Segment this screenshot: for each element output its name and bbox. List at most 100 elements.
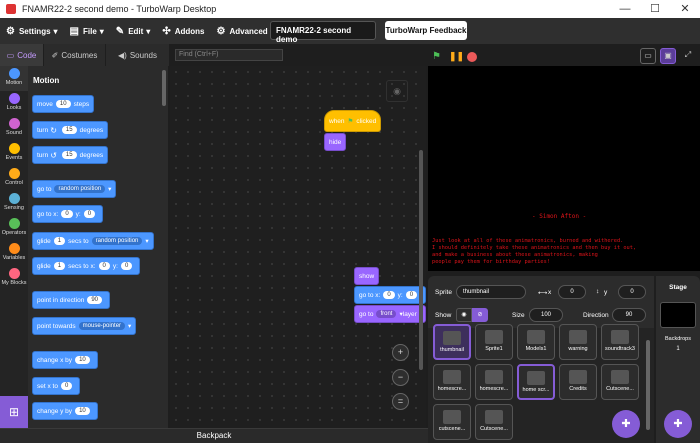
block-go-to-xy[interactable]: go to x: 0 y: 0: [32, 205, 104, 223]
block-glide-to[interactable]: glide 1 secs to random position ▾: [32, 232, 154, 250]
script-when-flag-clicked[interactable]: when ⚑ clicked: [324, 110, 382, 132]
tab-costumes[interactable]: ✐ Costumes: [44, 44, 106, 66]
palette-scrollbar[interactable]: [162, 70, 166, 106]
sprite-tile[interactable]: thumbnail: [433, 324, 471, 360]
script-show[interactable]: show: [354, 267, 380, 285]
fullscreen-button[interactable]: ⤢: [680, 48, 696, 64]
file-icon: ▤: [69, 25, 79, 37]
category-sensing[interactable]: Sensing: [0, 191, 28, 216]
sprite-list-scrollbar[interactable]: [646, 340, 650, 430]
stage-target-pane[interactable]: Stage Backdrops 1 ✚: [656, 276, 700, 443]
code-workspace[interactable]: ◉ when ⚑ clicked hide show go to x: 0 y: 0 go…: [170, 66, 426, 428]
close-window-button[interactable]: ✕: [670, 0, 700, 18]
sprite-tile[interactable]: Sprite1: [475, 324, 513, 360]
category-label: Variables: [2, 255, 26, 261]
y-input[interactable]: 0: [618, 285, 646, 299]
category-operators[interactable]: Operators: [0, 216, 28, 241]
workspace-scrollbar[interactable]: [419, 150, 423, 370]
sprite-tile[interactable]: Cutscene...: [475, 404, 513, 440]
add-backdrop-button[interactable]: ✚: [664, 410, 692, 438]
category-label: Events: [5, 155, 23, 161]
block-glide-to-xy[interactable]: glide 1 secs to x: 0 y: 0: [32, 257, 141, 275]
file-menu[interactable]: ▤ File ▾: [70, 26, 104, 37]
sprite-tile-label: Sprite1: [485, 346, 503, 352]
cat-plus-icon: ✚: [621, 418, 631, 430]
category-events[interactable]: Events: [0, 141, 28, 166]
sprite-thumbnail: [485, 330, 503, 344]
show-visible-button[interactable]: ◉: [456, 308, 472, 322]
tab-code[interactable]: ▭ Code: [0, 44, 44, 66]
find-input[interactable]: Find (Ctrl+F): [175, 49, 283, 61]
script-go-to-xy[interactable]: go to x: 0 y: 0: [354, 286, 426, 304]
backdrops-label: Backdrops: [665, 336, 691, 342]
sprite-tile[interactable]: homescre...: [475, 364, 513, 400]
block-point-in-direction[interactable]: point in direction 90: [32, 291, 111, 309]
stage-canvas[interactable]: - Simon Afton - Just look at all of thes…: [428, 66, 700, 271]
script-go-to-layer[interactable]: go to front ▾ layer: [354, 305, 426, 323]
sprite-thumbnail: [443, 410, 461, 424]
sprite-name-input[interactable]: thumbnail: [456, 285, 526, 299]
sprite-tile[interactable]: Credits: [559, 364, 597, 400]
block-turn-left[interactable]: turn ↺ 15 degrees: [32, 146, 109, 164]
project-title-input[interactable]: FNAMR22-2 second demo: [270, 21, 376, 44]
large-stage-button[interactable]: ▣: [660, 48, 676, 64]
block-turn-right[interactable]: turn ↻ 15 degrees: [32, 121, 109, 139]
add-extension-button[interactable]: ⊞: [0, 396, 28, 428]
block-set-x[interactable]: set x to 0: [32, 377, 81, 395]
sprite-tile-label: homescre...: [479, 386, 509, 392]
block-change-x[interactable]: change x by 10: [32, 351, 98, 369]
category-my-blocks[interactable]: My Blocks: [0, 266, 28, 291]
sprite-tile[interactable]: cutscene...: [433, 404, 471, 440]
backpack-bar[interactable]: Backpack: [0, 428, 428, 443]
sprite-thumbnail: [485, 370, 503, 384]
sprite-tile[interactable]: Models1: [517, 324, 555, 360]
category-label: Looks: [6, 105, 22, 111]
category-color-dot: [8, 118, 20, 129]
edit-menu[interactable]: ✎ Edit ▾: [116, 26, 151, 37]
sprite-thumbnail: [569, 370, 587, 384]
category-looks[interactable]: Looks: [0, 91, 28, 116]
block-move-steps[interactable]: move 10 steps: [32, 95, 95, 113]
zoom-in-button[interactable]: +: [392, 344, 409, 361]
stop-button[interactable]: [467, 52, 477, 62]
sprite-tile[interactable]: homescre...: [433, 364, 471, 400]
maximize-button[interactable]: ☐: [640, 0, 670, 18]
green-flag-button[interactable]: ⚑: [432, 51, 441, 62]
pause-button[interactable]: ❚❚: [449, 51, 464, 62]
tab-sounds[interactable]: ◀) Sounds: [106, 44, 170, 66]
minimize-button[interactable]: —: [610, 0, 640, 18]
sprite-tile[interactable]: warning: [559, 324, 597, 360]
zoom-out-button[interactable]: −: [392, 369, 409, 386]
size-input[interactable]: 100: [529, 308, 563, 322]
small-stage-button[interactable]: ▭: [640, 48, 656, 64]
category-label: Sensing: [4, 205, 24, 211]
show-hidden-button[interactable]: ⊘: [472, 308, 488, 322]
y-label: y: [604, 289, 608, 296]
fullscreen-icon: ⤢: [684, 50, 692, 59]
block-go-to[interactable]: go to random position ▾: [32, 180, 117, 198]
sprite-tile[interactable]: Cutscene...: [601, 364, 639, 400]
category-sound[interactable]: Sound: [0, 116, 28, 141]
addons-menu[interactable]: ✣ Addons: [162, 26, 204, 37]
sprite-tile-label: Cutscene...: [606, 386, 634, 392]
sprite-tile[interactable]: soundtrack3: [601, 324, 639, 360]
advanced-menu[interactable]: ⚙ Advanced: [216, 26, 267, 37]
block-point-towards[interactable]: point towards mouse-pointer ▾: [32, 317, 137, 335]
settings-menu[interactable]: ⚙ Settings ▾: [6, 26, 58, 37]
pencil-icon: ✎: [115, 25, 125, 37]
direction-input[interactable]: 90: [612, 308, 646, 322]
file-label: File: [83, 26, 97, 36]
block-change-y[interactable]: change y by 10: [32, 402, 98, 420]
sprite-tile-label: cutscene...: [438, 426, 466, 432]
category-label: Control: [5, 180, 23, 186]
category-control[interactable]: Control: [0, 166, 28, 191]
feedback-button[interactable]: TurboWarp Feedback: [385, 21, 467, 40]
zoom-reset-button[interactable]: =: [392, 393, 409, 410]
category-motion[interactable]: Motion: [0, 66, 28, 91]
add-sprite-button[interactable]: ✚: [612, 410, 640, 438]
sprite-tile[interactable]: home scr...: [517, 364, 555, 400]
find-bar: Find (Ctrl+F): [170, 44, 428, 66]
x-input[interactable]: 0: [558, 285, 586, 299]
category-variables[interactable]: Variables: [0, 241, 28, 266]
script-hide[interactable]: hide: [324, 133, 347, 151]
